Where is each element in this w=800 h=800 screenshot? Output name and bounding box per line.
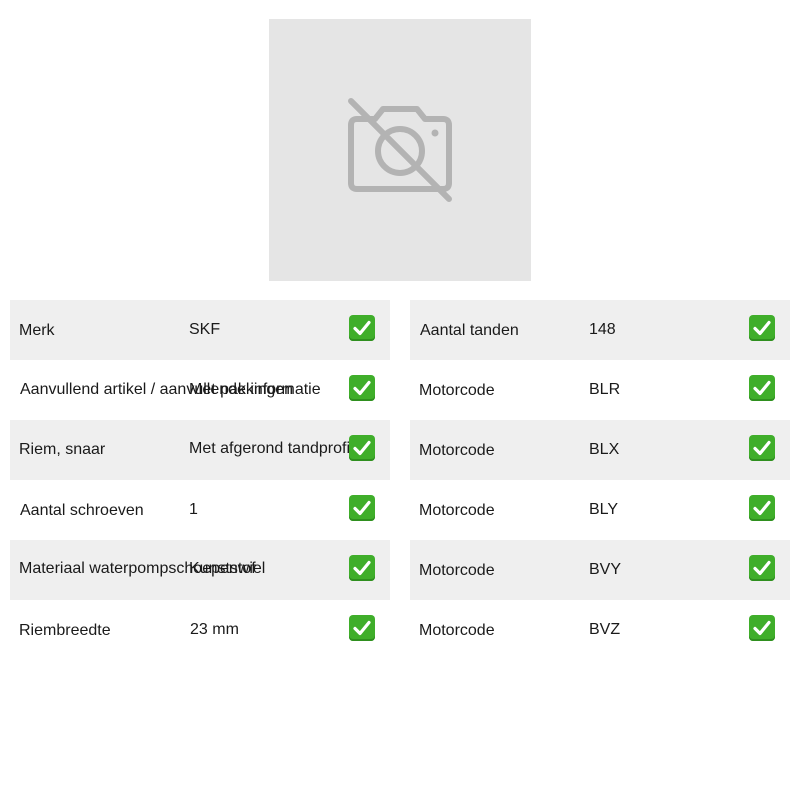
spec-label: Motorcode [419, 562, 495, 579]
check-icon [749, 315, 775, 341]
spec-value: 148 [589, 321, 616, 338]
spec-value: SKF [189, 321, 221, 338]
check-icon [349, 615, 375, 641]
check-icon [349, 555, 375, 581]
table-row: Motorcode BVZ [410, 600, 790, 660]
spec-label: Aantal tanden [420, 322, 519, 339]
spec-value: Kunststof [189, 560, 256, 577]
check-icon [749, 495, 775, 521]
table-row: Riembreedte 23 mm [10, 600, 390, 660]
camera-off-icon [348, 98, 452, 202]
spec-value: Met afgerond tandprofiel [189, 440, 363, 457]
spec-value: 1 [189, 501, 198, 518]
check-icon [749, 615, 775, 641]
table-row: Materiaal waterpompschoepenwiel Kunststo… [10, 540, 390, 600]
check-icon [749, 375, 775, 401]
table-row: Aanvullend artikel / aanvullende informa… [10, 360, 390, 420]
spec-label: Motorcode [419, 442, 495, 459]
spec-value: BLR [589, 381, 621, 398]
spec-label: Aantal schroeven [20, 502, 144, 519]
check-icon [349, 375, 375, 401]
spec-value: BVY [589, 561, 622, 578]
check-icon [749, 435, 775, 461]
table-row: Merk SKF [10, 300, 390, 360]
spec-value: BLX [589, 441, 620, 458]
spec-value: 23 mm [190, 621, 239, 638]
check-icon [749, 555, 775, 581]
specs-table-left: Merk SKF Aanvullend artikel / aanvullend… [10, 300, 390, 660]
check-icon [349, 495, 375, 521]
spec-label: Motorcode [419, 622, 495, 639]
spec-label: Motorcode [419, 502, 495, 519]
table-row: Riem, snaar Met afgerond tandprofiel [10, 420, 390, 480]
spec-label: Merk [19, 322, 55, 339]
product-image-placeholder [269, 19, 531, 281]
spec-value: Met pakkingen [189, 381, 294, 398]
table-row: Aantal tanden 148 [410, 300, 790, 360]
table-row: Motorcode BLR [410, 360, 790, 420]
table-row: Motorcode BLY [410, 480, 790, 540]
spec-label: Motorcode [419, 382, 495, 399]
spec-label: Riem, snaar [19, 441, 106, 458]
spec-value: BVZ [589, 621, 621, 638]
check-icon [349, 315, 375, 341]
table-row: Motorcode BLX [410, 420, 790, 480]
table-row: Motorcode BVY [410, 540, 790, 600]
table-row: Aantal schroeven 1 [10, 480, 390, 540]
specs-table-right: Aantal tanden 148 Motorcode BLR Motorcod… [410, 300, 790, 660]
spec-label: Riembreedte [19, 622, 111, 639]
spec-value: BLY [589, 501, 619, 518]
check-icon [349, 435, 375, 461]
